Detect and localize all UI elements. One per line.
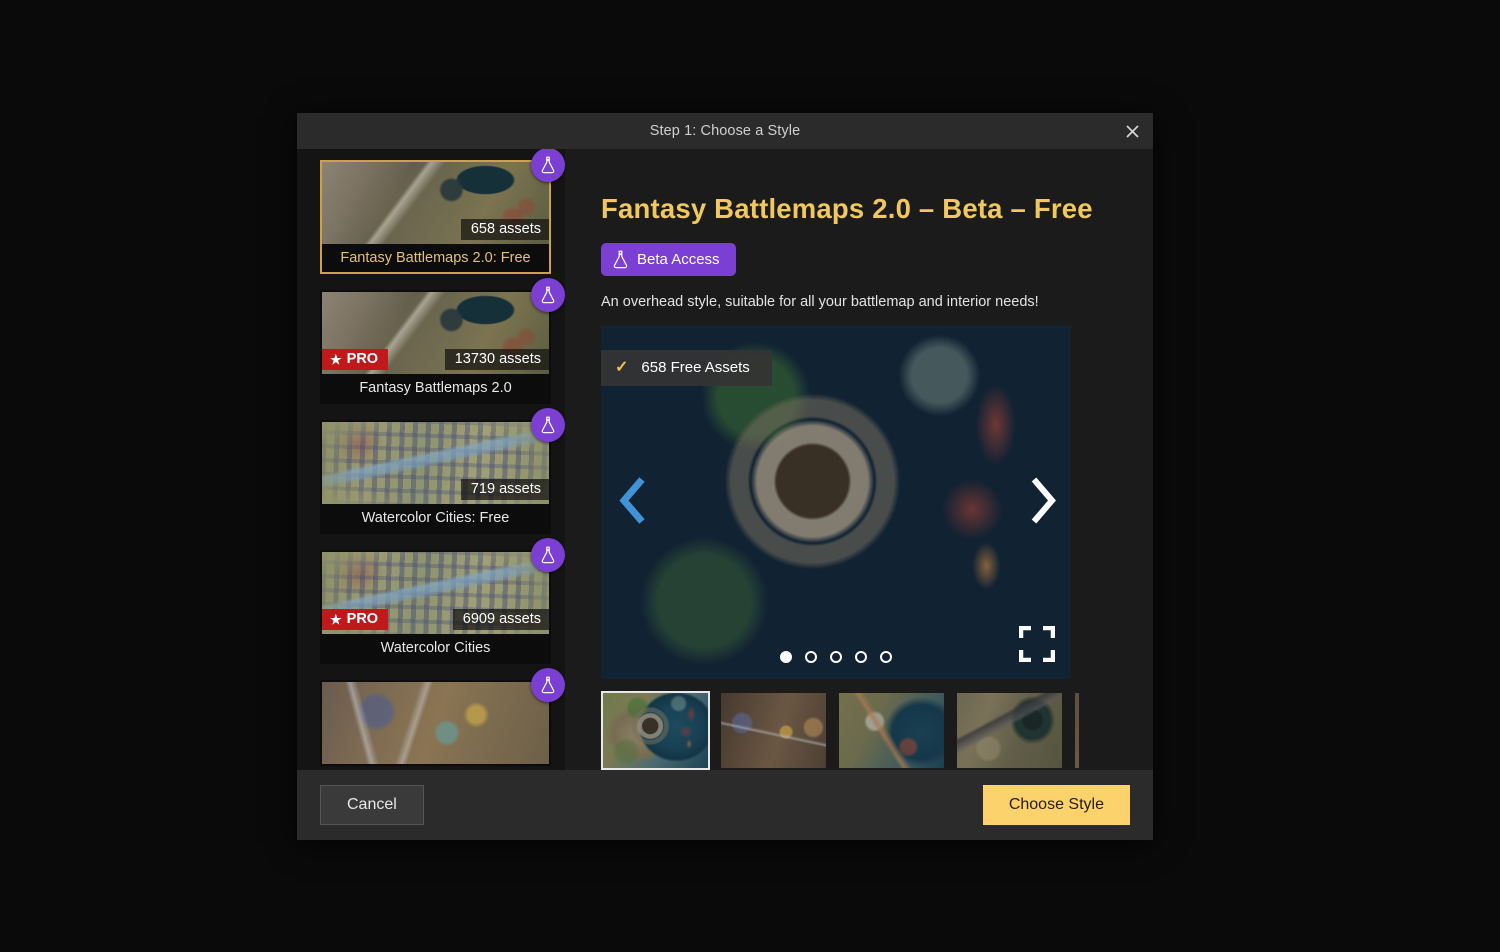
beta-flask-badge[interactable]	[531, 668, 565, 702]
fullscreen-button[interactable]	[1018, 625, 1056, 667]
thumbnail-art	[603, 693, 708, 768]
asset-count-badge: 6909 assets	[452, 609, 549, 630]
close-button[interactable]	[1111, 113, 1153, 149]
thumbnail-art	[957, 693, 1062, 768]
carousel-dot[interactable]	[855, 651, 867, 663]
check-icon: ✓	[615, 358, 629, 376]
dialog-title: Step 1: Choose a Style	[649, 123, 801, 139]
carousel-prev-button[interactable]	[615, 474, 649, 531]
dialog-body: 658 assets Fantasy Battlemaps 2.0: Free ★ P…	[297, 149, 1153, 770]
asset-count-badge: 658 assets	[460, 219, 549, 240]
style-description: An overhead style, suitable for all your…	[601, 294, 1039, 310]
style-card-label: Watercolor Cities	[322, 634, 549, 662]
asset-count-badge: 13730 assets	[444, 349, 549, 370]
carousel-dots	[780, 651, 892, 663]
style-detail-panel: Fantasy Battlemaps 2.0 – Beta – Free Bet…	[565, 149, 1153, 770]
thumbnail-art	[839, 693, 944, 768]
carousel-next-button[interactable]	[1027, 474, 1059, 531]
flask-icon	[541, 286, 555, 304]
style-list: 658 assets Fantasy Battlemaps 2.0: Free ★ P…	[320, 149, 565, 766]
thumbnail-art	[721, 693, 826, 768]
preview-thumbnail[interactable]	[719, 691, 828, 770]
preview-thumbnail[interactable]	[601, 691, 710, 770]
pro-label: PRO	[346, 351, 379, 367]
style-card[interactable]	[320, 668, 565, 766]
style-card[interactable]: 658 assets Fantasy Battlemaps 2.0: Free	[320, 149, 565, 274]
style-card-label: Fantasy Battlemaps 2.0	[322, 374, 549, 402]
style-card[interactable]: ★ PRO 13730 assets Fantasy Battlemaps 2.0	[320, 278, 565, 404]
style-card-thumbnail: ★ PRO 13730 assets	[322, 292, 549, 374]
carousel-dot[interactable]	[880, 651, 892, 663]
thumbnail-art	[1075, 693, 1079, 768]
flask-icon	[541, 156, 555, 174]
preview-thumbnail[interactable]	[1073, 691, 1079, 770]
style-card-thumbnail: 719 assets	[322, 422, 549, 504]
star-icon: ★	[330, 351, 342, 367]
flask-icon	[541, 416, 555, 434]
preview-thumbnail-strip	[601, 691, 1079, 770]
preview-thumbnail[interactable]	[837, 691, 946, 770]
preview-carousel[interactable]: ✓ 658 Free Assets	[601, 326, 1071, 679]
fullscreen-icon	[1018, 625, 1056, 663]
style-list-sidebar[interactable]: 658 assets Fantasy Battlemaps 2.0: Free ★ P…	[297, 149, 565, 770]
style-title: Fantasy Battlemaps 2.0 – Beta – Free	[601, 193, 1093, 224]
asset-count-badge: 719 assets	[460, 479, 549, 500]
cancel-button[interactable]: Cancel	[320, 785, 424, 825]
chevron-right-icon	[1031, 477, 1056, 523]
style-card-thumbnail: 658 assets	[322, 162, 549, 244]
preview-thumbnail[interactable]	[955, 691, 1064, 770]
carousel-dot[interactable]	[830, 651, 842, 663]
beta-flask-badge[interactable]	[531, 149, 565, 182]
flask-icon	[541, 676, 555, 694]
star-icon: ★	[330, 611, 342, 627]
carousel-dot[interactable]	[805, 651, 817, 663]
flask-icon	[541, 546, 555, 564]
style-card-art	[322, 682, 549, 764]
dialog-footer: Cancel Choose Style	[297, 770, 1153, 840]
beta-flask-badge[interactable]	[531, 408, 565, 442]
beta-flask-badge[interactable]	[531, 538, 565, 572]
carousel-dot[interactable]	[780, 651, 792, 663]
style-card[interactable]: 719 assets Watercolor Cities: Free	[320, 408, 565, 534]
style-card-label: Watercolor Cities: Free	[322, 504, 549, 532]
style-card-thumbnail: ★ PRO 6909 assets	[322, 552, 549, 634]
beta-access-label: Beta Access	[637, 251, 720, 268]
pro-label: PRO	[346, 611, 379, 627]
style-card-label: Fantasy Battlemaps 2.0: Free	[322, 244, 549, 272]
dialog-titlebar: Step 1: Choose a Style	[297, 113, 1153, 149]
style-chooser-dialog: Step 1: Choose a Style 658 assets Fantasy…	[297, 113, 1153, 840]
beta-flask-badge[interactable]	[531, 278, 565, 312]
free-assets-badge: ✓ 658 Free Assets	[601, 350, 772, 386]
chevron-left-icon	[619, 476, 645, 524]
pro-badge: ★ PRO	[322, 609, 389, 630]
close-icon	[1125, 124, 1139, 138]
pro-badge: ★ PRO	[322, 349, 389, 370]
free-assets-label: 658 Free Assets	[641, 359, 750, 376]
style-card[interactable]: ★ PRO 6909 assets Watercolor Cities	[320, 538, 565, 664]
beta-access-badge[interactable]: Beta Access	[601, 243, 736, 276]
flask-icon	[613, 250, 628, 269]
style-card-thumbnail	[322, 682, 549, 764]
choose-style-button[interactable]: Choose Style	[982, 785, 1130, 825]
